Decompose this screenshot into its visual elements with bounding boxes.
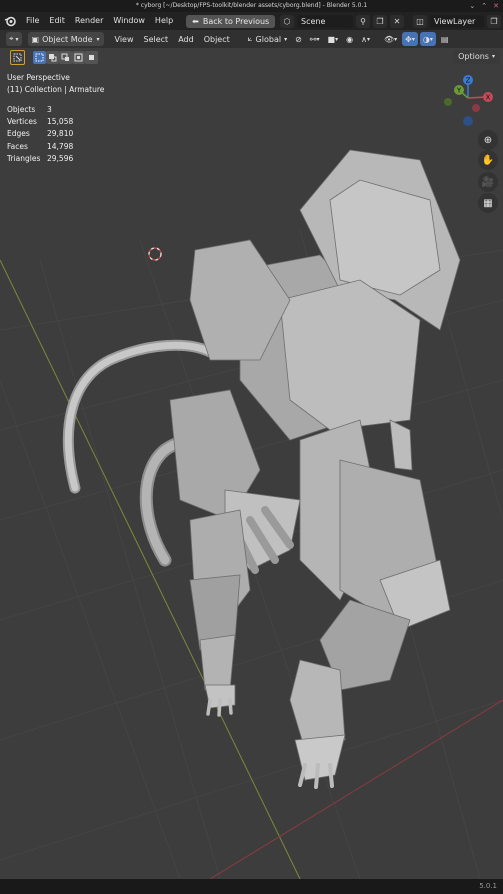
zoom-icon[interactable]: ⊕	[478, 130, 498, 150]
svg-text:Y: Y	[456, 87, 462, 95]
scene-icon[interactable]: ⬡	[280, 14, 294, 28]
menu-select[interactable]: Select	[139, 35, 174, 44]
window-titlebar: * cyborg [~/Desktop/FPS-toolkit/blender …	[0, 0, 503, 12]
back-to-previous-button[interactable]: ⬅ Back to Previous	[186, 14, 276, 28]
blender-logo-icon[interactable]	[3, 14, 17, 28]
selection-mode-subtract-icon[interactable]	[59, 50, 72, 64]
top-menubar: File Edit Render Window Help ⬅ Back to P…	[0, 12, 503, 30]
grid-perspective-icon[interactable]: ▦	[478, 193, 498, 213]
stat-row: Edges 29,810	[7, 129, 74, 139]
stat-row: Objects 3	[7, 105, 52, 114]
gizmo-neg-x-axis[interactable]	[472, 104, 480, 112]
viewport-info: User Perspective (11) Collection | Armat…	[7, 72, 104, 96]
pin-icon[interactable]: ⚲	[356, 14, 370, 28]
new-scene-icon[interactable]: ❐	[373, 14, 387, 28]
view-layer-field[interactable]: ViewLayer	[430, 14, 484, 28]
menu-window[interactable]: Window	[108, 12, 150, 30]
pan-hand-icon[interactable]: ✋	[478, 150, 498, 170]
proportional-edit-icon[interactable]: ◉	[343, 32, 356, 46]
version-label: 5.0.1	[479, 882, 497, 890]
menu-file[interactable]: File	[21, 12, 44, 30]
menu-help[interactable]: Help	[150, 12, 178, 30]
gizmo-neg-z-axis[interactable]	[463, 116, 473, 126]
chevron-down-icon: ▾	[96, 35, 100, 43]
status-bar: 5.0.1	[0, 879, 503, 894]
menu-render[interactable]: Render	[70, 12, 108, 30]
menu-view[interactable]: View	[110, 35, 139, 44]
window-title: * cyborg [~/Desktop/FPS-toolkit/blender …	[135, 2, 368, 9]
gizmo-toggle-icon[interactable]: ✥ ▾	[402, 32, 418, 46]
pivot-icon[interactable]: ⊘	[292, 32, 305, 46]
view-layer-icon[interactable]: ◫	[413, 14, 427, 28]
delete-scene-icon[interactable]: ✕	[390, 14, 404, 28]
scene-selector-group: ⬡ Scene ⚲ ❐ ✕ ◫ ViewLayer ❐ ✕	[280, 14, 503, 28]
close-icon[interactable]: ✕	[493, 0, 499, 12]
overlays-toggle-icon[interactable]: ◑ ▾	[419, 32, 436, 46]
object-mode-icon: ▣	[31, 34, 40, 44]
scene-statistics: Objects 3 Vertices 15,058 Edges 29,810 Face…	[7, 104, 73, 165]
visibility-icon[interactable]: 👁 ▾	[381, 32, 400, 46]
chevron-down-icon: ▾	[491, 53, 495, 60]
xray-icon[interactable]: ▤	[438, 32, 452, 46]
transform-orientation-selector[interactable]: ⟀ Global ▾	[245, 32, 290, 46]
scene-name-field[interactable]: Scene	[297, 14, 353, 28]
maximize-icon[interactable]: ⌃	[481, 0, 487, 12]
perspective-label: User Perspective	[7, 73, 70, 82]
options-button[interactable]: Options ▾	[453, 50, 500, 64]
window-controls: ⌄ ⌃ ✕	[469, 0, 499, 12]
select-box-tool-icon[interactable]	[10, 49, 25, 65]
back-arrow-icon: ⬅	[192, 16, 199, 26]
3d-viewport[interactable]	[0, 66, 503, 879]
snap-icon[interactable]: ⚯ ▾	[307, 32, 323, 46]
menu-add[interactable]: Add	[173, 35, 199, 44]
menu-object[interactable]: Object	[199, 35, 235, 44]
selection-mode-new-icon[interactable]	[33, 50, 46, 64]
mode-selector[interactable]: ▣ Object Mode ▾	[27, 32, 104, 46]
editor-type-button[interactable]: ⌖ ▾	[6, 32, 22, 46]
stat-row: Triangles 29,596	[7, 153, 74, 163]
snap-target-icon[interactable]: ■ ▾	[325, 32, 342, 46]
minimize-icon[interactable]: ⌄	[469, 0, 475, 12]
camera-icon[interactable]: 🎥	[478, 172, 498, 192]
orientation-icon: ⟀	[247, 34, 253, 43]
falloff-icon[interactable]: ∧ ▾	[358, 32, 373, 46]
collection-label: (11) Collection | Armature	[7, 85, 105, 94]
gizmo-neg-y-axis[interactable]	[444, 98, 452, 106]
editor-type-icon: ⌖	[9, 34, 14, 43]
tool-settings-row	[0, 48, 503, 66]
selection-mode-invert-icon[interactable]	[72, 50, 85, 64]
navigation-gizmo[interactable]: Z X Y	[440, 72, 500, 132]
svg-text:Z: Z	[466, 77, 471, 85]
svg-text:X: X	[486, 94, 491, 102]
chevron-down-icon: ▾	[284, 35, 288, 43]
viewport-header: ⌖ ▾ ▣ Object Mode ▾ View Select Add Objec…	[0, 30, 503, 48]
menu-edit[interactable]: Edit	[44, 12, 70, 30]
selection-mode-intersect-icon[interactable]	[85, 50, 98, 64]
stat-row: Vertices 15,058	[7, 117, 74, 127]
stat-row: Faces 14,798	[7, 141, 74, 151]
selection-mode-extend-icon[interactable]	[46, 50, 59, 64]
new-view-layer-icon[interactable]: ❐	[487, 14, 501, 28]
